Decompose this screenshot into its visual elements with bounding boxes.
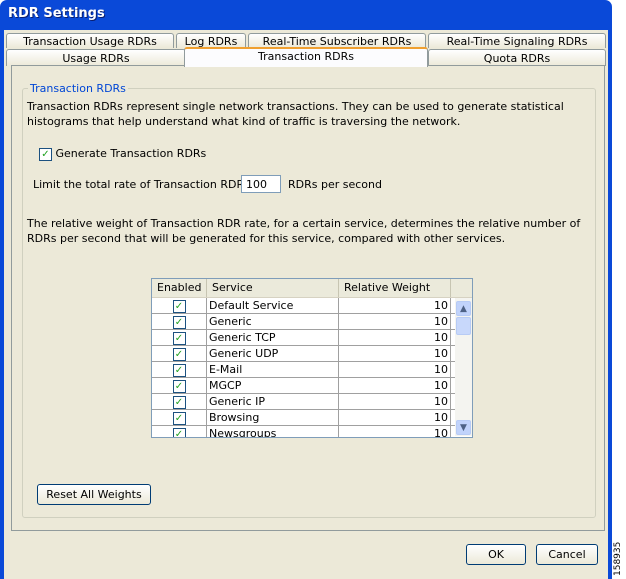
figure-id: 158935	[613, 541, 623, 576]
rate-limit-input[interactable]	[241, 175, 281, 193]
enabled-cell[interactable]: ✓	[152, 394, 207, 409]
checkbox-icon[interactable]: ✓	[172, 427, 186, 437]
table-row[interactable]: ✓ MGCP 10	[152, 378, 472, 394]
generate-checkbox[interactable]: ✓ Generate Transaction RDRs	[39, 146, 206, 161]
table-row[interactable]: ✓ Newsgroups 10	[152, 426, 472, 437]
enabled-cell[interactable]: ✓	[152, 346, 207, 361]
table-row[interactable]: ✓ Generic TCP 10	[152, 330, 472, 346]
table-row[interactable]: ✓ Generic UDP 10	[152, 346, 472, 362]
enabled-cell[interactable]: ✓	[152, 298, 207, 313]
weight-cell[interactable]: 10	[339, 362, 451, 377]
weight-cell[interactable]: 10	[339, 394, 451, 409]
enabled-cell[interactable]: ✓	[152, 378, 207, 393]
table-row[interactable]: ✓ Generic IP 10	[152, 394, 472, 410]
service-weights-table: Enabled Service Relative Weight ✓ Default…	[151, 278, 473, 438]
cancel-button[interactable]: Cancel	[536, 544, 598, 565]
enabled-cell[interactable]: ✓	[152, 362, 207, 377]
enabled-cell[interactable]: ✓	[152, 330, 207, 345]
checkbox-icon[interactable]: ✓	[172, 315, 186, 329]
rdr-settings-window: RDR Settings Transaction Usage RDRs Log …	[0, 0, 612, 579]
enabled-cell[interactable]: ✓	[152, 426, 207, 437]
checkbox-icon[interactable]: ✓	[172, 299, 186, 313]
service-cell: Generic IP	[207, 394, 339, 409]
vertical-scrollbar[interactable]: ▲ ▼	[455, 298, 472, 436]
header-relative-weight[interactable]: Relative Weight	[339, 279, 451, 297]
table-row[interactable]: ✓ Default Service 10	[152, 298, 472, 314]
scroll-up-icon[interactable]: ▲	[456, 301, 471, 316]
weight-cell[interactable]: 10	[339, 314, 451, 329]
description-text: Transaction RDRs represent single networ…	[27, 100, 564, 128]
tab-log-rdrs[interactable]: Log RDRs	[176, 33, 246, 48]
table-row[interactable]: ✓ Browsing 10	[152, 410, 472, 426]
service-cell: Default Service	[207, 298, 339, 313]
tab-quota-rdrs[interactable]: Quota RDRs	[428, 49, 606, 66]
checkbox-icon[interactable]: ✓	[172, 347, 186, 361]
checkbox-icon[interactable]: ✓	[39, 147, 52, 161]
weight-cell[interactable]: 10	[339, 378, 451, 393]
weight-cell[interactable]: 10	[339, 426, 451, 437]
service-cell: Generic	[207, 314, 339, 329]
service-cell: Newsgroups	[207, 426, 339, 437]
checkbox-icon[interactable]: ✓	[172, 395, 186, 409]
tab-real-time-signaling-rdrs[interactable]: Real-Time Signaling RDRs	[428, 33, 606, 48]
weight-cell[interactable]: 10	[339, 346, 451, 361]
checkbox-icon[interactable]: ✓	[172, 331, 186, 345]
transaction-rdrs-group: Transaction RDRs Transaction RDRs repres…	[22, 82, 596, 518]
checkbox-icon[interactable]: ✓	[172, 411, 186, 425]
group-label: Transaction RDRs	[28, 82, 128, 95]
service-cell: Generic TCP	[207, 330, 339, 345]
dialog-client: Transaction Usage RDRs Log RDRs Real-Tim…	[4, 30, 608, 579]
header-enabled[interactable]: Enabled	[152, 279, 207, 297]
weight-cell[interactable]: 10	[339, 410, 451, 425]
scroll-thumb[interactable]	[456, 317, 471, 335]
window-title: RDR Settings	[8, 6, 105, 21]
tab-usage-rdrs[interactable]: Usage RDRs	[6, 49, 186, 66]
enabled-cell[interactable]: ✓	[152, 314, 207, 329]
tab-real-time-subscriber-rdrs[interactable]: Real-Time Subscriber RDRs	[248, 33, 426, 48]
weight-cell[interactable]: 10	[339, 298, 451, 313]
reset-all-weights-button[interactable]: Reset All Weights	[37, 484, 151, 505]
checkbox-icon[interactable]: ✓	[172, 379, 186, 393]
service-cell: Browsing	[207, 410, 339, 425]
limit-suffix: RDRs per second	[288, 178, 382, 191]
table-header: Enabled Service Relative Weight	[152, 279, 472, 298]
tab-panel: Transaction RDRs Transaction RDRs repres…	[11, 65, 605, 531]
service-cell: MGCP	[207, 378, 339, 393]
tab-transaction-usage-rdrs[interactable]: Transaction Usage RDRs	[6, 33, 174, 48]
enabled-cell[interactable]: ✓	[152, 410, 207, 425]
weight-description: The relative weight of Transaction RDR r…	[27, 217, 581, 245]
tab-transaction-rdrs[interactable]: Transaction RDRs	[184, 47, 428, 67]
table-row[interactable]: ✓ E-Mail 10	[152, 362, 472, 378]
table-row[interactable]: ✓ Generic 10	[152, 314, 472, 330]
weight-cell[interactable]: 10	[339, 330, 451, 345]
service-cell: E-Mail	[207, 362, 339, 377]
limit-prefix: Limit the total rate of Transaction RDRs…	[33, 178, 265, 191]
scroll-down-icon[interactable]: ▼	[456, 420, 471, 435]
service-cell: Generic UDP	[207, 346, 339, 361]
ok-button[interactable]: OK	[466, 544, 526, 565]
checkbox-icon[interactable]: ✓	[172, 363, 186, 377]
header-service[interactable]: Service	[207, 279, 339, 297]
generate-label: Generate Transaction RDRs	[55, 147, 207, 160]
